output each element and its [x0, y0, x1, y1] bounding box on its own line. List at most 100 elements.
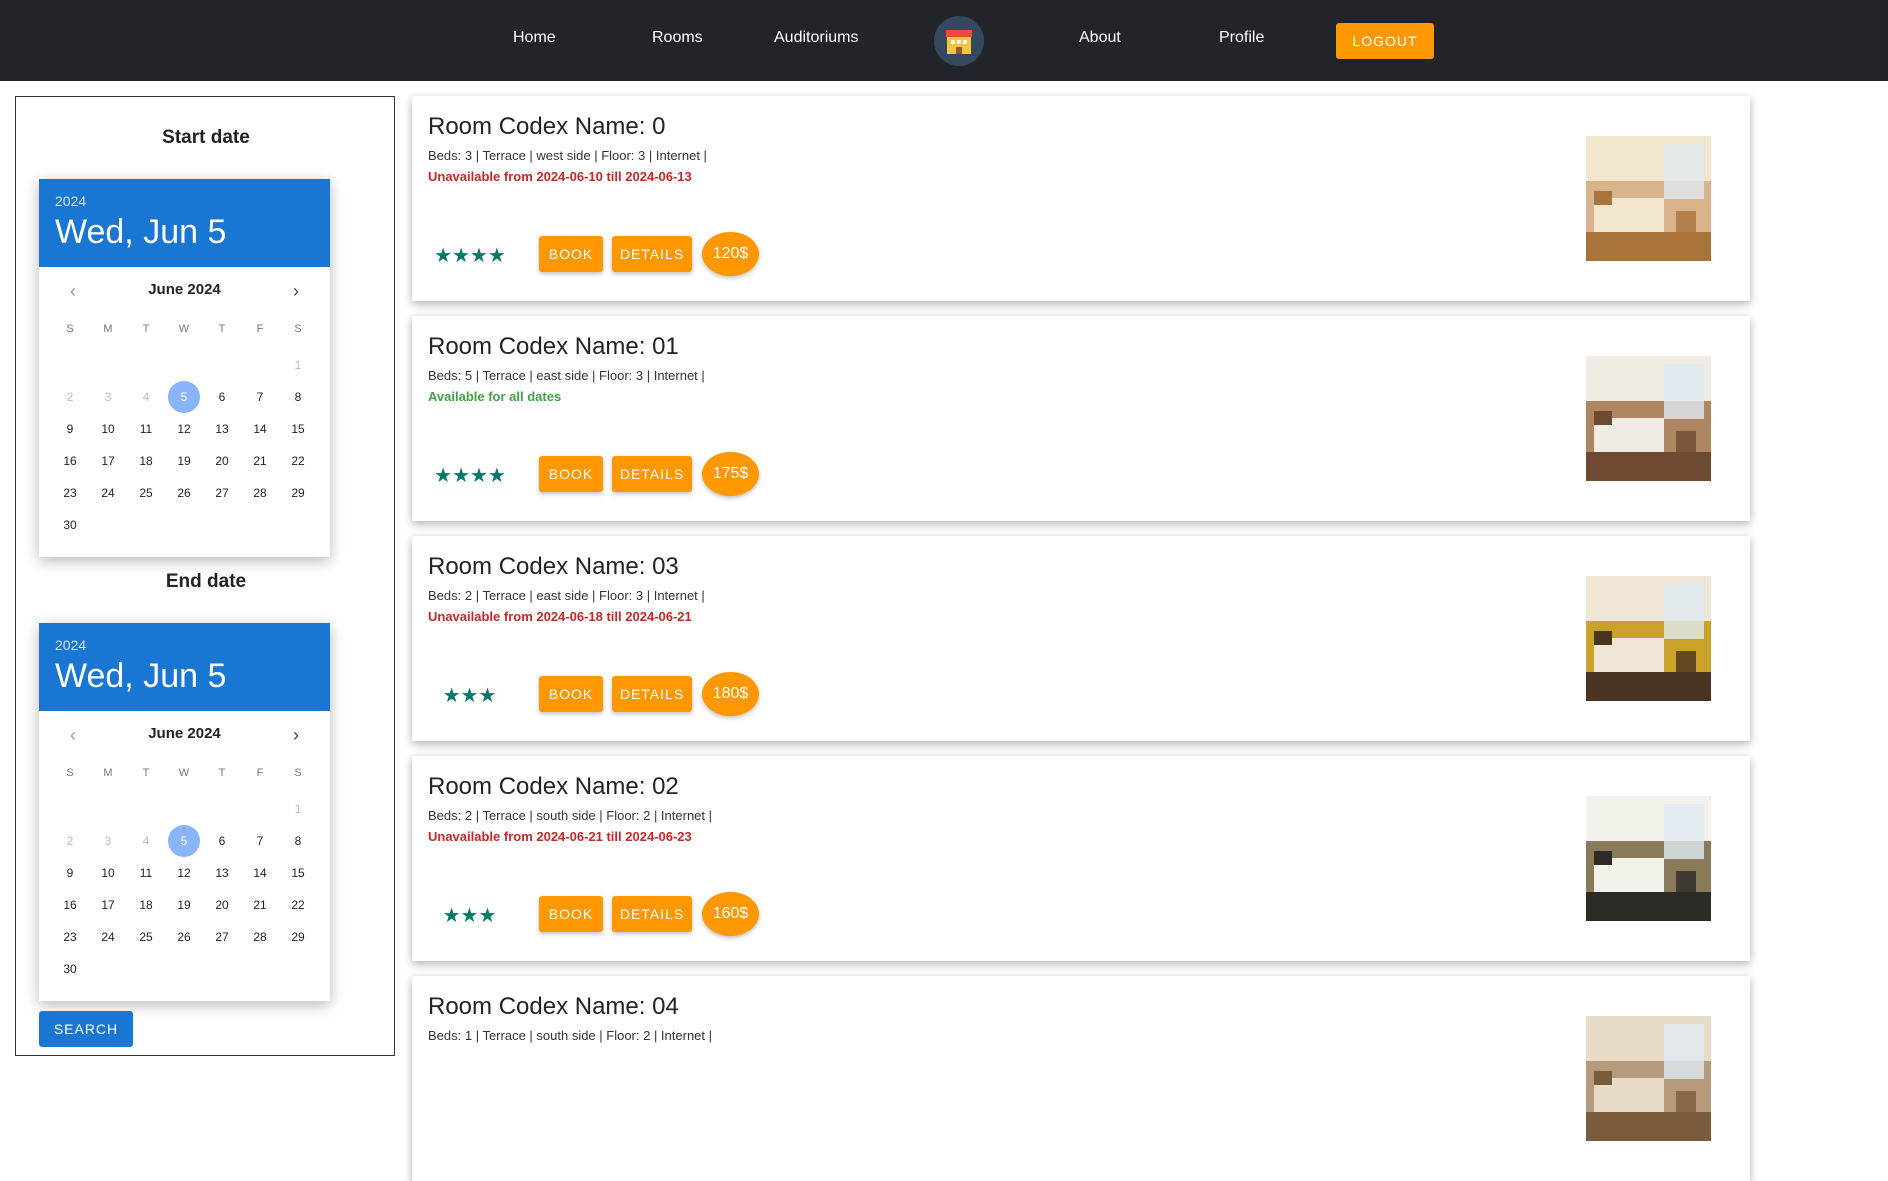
calendar-day: 4 [127, 825, 165, 857]
calendar-day[interactable]: 6 [203, 381, 241, 413]
calendar-day[interactable]: 24 [89, 921, 127, 953]
search-button[interactable]: SEARCH [39, 1011, 133, 1047]
logout-button[interactable]: LOGOUT [1336, 23, 1434, 59]
date-filter-sidebar: Start date 2024 Wed, Jun 5 ‹ June 2024 ›… [15, 96, 395, 1056]
calendar-day[interactable]: 12 [165, 857, 203, 889]
calendar-day-selected[interactable]: 5 [165, 381, 203, 413]
calendar-day[interactable]: 16 [51, 889, 89, 921]
picker-year[interactable]: 2024 [55, 637, 86, 653]
end-date-picker: 2024 Wed, Jun 5 ‹ June 2024 › SMTWTFS 12… [39, 623, 330, 1001]
calendar-day-number: 7 [256, 390, 264, 404]
details-button[interactable]: DETAILS [612, 896, 692, 932]
calendar-day[interactable]: 24 [89, 477, 127, 509]
calendar-day[interactable]: 28 [241, 477, 279, 509]
details-button[interactable]: DETAILS [612, 676, 692, 712]
calendar-day-number: 14 [253, 866, 267, 880]
room-photo[interactable] [1586, 576, 1711, 701]
calendar-day-number: 6 [218, 834, 226, 848]
room-photo-image [1586, 576, 1711, 701]
book-button[interactable]: BOOK [539, 456, 603, 492]
calendar-day[interactable]: 29 [279, 477, 317, 509]
calendar-day-number: 25 [139, 486, 153, 500]
calendar-day[interactable]: 23 [51, 921, 89, 953]
book-button[interactable]: BOOK [539, 236, 603, 272]
calendar-day[interactable]: 19 [165, 445, 203, 477]
book-button[interactable]: BOOK [539, 896, 603, 932]
calendar-day[interactable]: 27 [203, 921, 241, 953]
calendar-day[interactable]: 11 [127, 413, 165, 445]
nav-rooms-link[interactable]: Rooms [652, 29, 703, 47]
calendar-day-number: 1 [294, 802, 302, 816]
calendar-day[interactable]: 22 [279, 445, 317, 477]
calendar-day[interactable]: 10 [89, 413, 127, 445]
calendar-day[interactable]: 9 [51, 857, 89, 889]
calendar-day[interactable]: 18 [127, 889, 165, 921]
calendar-day[interactable]: 26 [165, 477, 203, 509]
calendar-day-number: 24 [101, 930, 115, 944]
calendar-day[interactable]: 9 [51, 413, 89, 445]
room-photo[interactable] [1586, 796, 1711, 921]
calendar-day[interactable]: 18 [127, 445, 165, 477]
book-button[interactable]: BOOK [539, 676, 603, 712]
calendar-day-number: 21 [253, 898, 267, 912]
calendar-day[interactable]: 28 [241, 921, 279, 953]
calendar-day[interactable]: 19 [165, 889, 203, 921]
room-photo-image [1586, 1016, 1711, 1141]
calendar-day[interactable]: 17 [89, 445, 127, 477]
calendar-day[interactable]: 7 [241, 381, 279, 413]
calendar-day[interactable]: 30 [51, 509, 89, 541]
details-button[interactable]: DETAILS [612, 236, 692, 272]
calendar-day[interactable]: 13 [203, 857, 241, 889]
calendar-day[interactable]: 21 [241, 889, 279, 921]
day-spacer [89, 349, 127, 381]
calendar-day[interactable]: 16 [51, 445, 89, 477]
weekday-label: S [294, 323, 302, 335]
calendar-day[interactable]: 10 [89, 857, 127, 889]
calendar-day-number: 2 [66, 390, 74, 404]
chevron-right-icon[interactable]: › [284, 723, 308, 747]
calendar-day[interactable]: 14 [241, 857, 279, 889]
calendar-day[interactable]: 25 [127, 477, 165, 509]
calendar-day[interactable]: 7 [241, 825, 279, 857]
hotel-logo[interactable] [934, 16, 984, 66]
calendar-day[interactable]: 8 [279, 381, 317, 413]
calendar-day-number: 6 [218, 390, 226, 404]
calendar-day[interactable]: 21 [241, 445, 279, 477]
calendar-day[interactable]: 13 [203, 413, 241, 445]
room-photo[interactable] [1586, 1016, 1711, 1141]
calendar-day[interactable]: 30 [51, 953, 89, 985]
calendar-day[interactable]: 27 [203, 477, 241, 509]
nav-profile-link[interactable]: Profile [1219, 29, 1264, 47]
room-photo[interactable] [1586, 356, 1711, 481]
calendar-day[interactable]: 20 [203, 889, 241, 921]
nav-home-link[interactable]: Home [513, 29, 556, 47]
nav-about-link[interactable]: About [1079, 29, 1121, 47]
room-title: Room Codex Name: 04 [428, 993, 679, 1020]
calendar-day[interactable]: 14 [241, 413, 279, 445]
calendar-day[interactable]: 8 [279, 825, 317, 857]
room-title: Room Codex Name: 0 [428, 113, 666, 140]
calendar-day[interactable]: 22 [279, 889, 317, 921]
calendar-day[interactable]: 11 [127, 857, 165, 889]
calendar-day[interactable]: 23 [51, 477, 89, 509]
calendar-day[interactable]: 26 [165, 921, 203, 953]
calendar-day[interactable]: 15 [279, 413, 317, 445]
calendar-day[interactable]: 20 [203, 445, 241, 477]
nav-auditoriums-link[interactable]: Auditoriums [774, 29, 858, 47]
calendar-day-number: 25 [139, 930, 153, 944]
room-photo[interactable] [1586, 136, 1711, 261]
calendar-day-number: 4 [142, 390, 150, 404]
calendar-day[interactable]: 29 [279, 921, 317, 953]
room-card: Room Codex Name: 04 Beds: 1 | Terrace | s… [412, 976, 1750, 1181]
start-date-picker: 2024 Wed, Jun 5 ‹ June 2024 › SMTWTFS 12… [39, 179, 330, 557]
calendar-day[interactable]: 6 [203, 825, 241, 857]
picker-year[interactable]: 2024 [55, 193, 86, 209]
chevron-right-icon[interactable]: › [284, 279, 308, 303]
calendar-day[interactable]: 15 [279, 857, 317, 889]
calendar-day[interactable]: 25 [127, 921, 165, 953]
details-button[interactable]: DETAILS [612, 456, 692, 492]
calendar-day[interactable]: 17 [89, 889, 127, 921]
calendar-day-selected[interactable]: 5 [165, 825, 203, 857]
room-availability: Available for all dates [428, 389, 562, 404]
calendar-day[interactable]: 12 [165, 413, 203, 445]
